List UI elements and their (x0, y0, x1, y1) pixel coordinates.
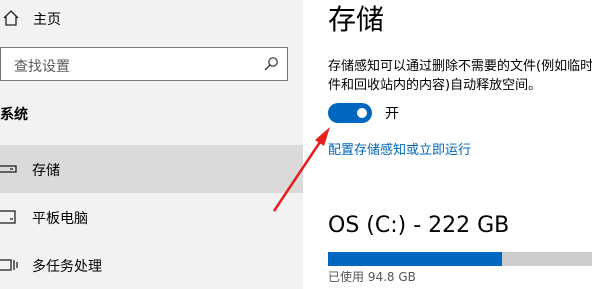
main-content: 存储 存储感知可以通过删除不需要的文件(例如临时文件和回收站内的内容)自动释放空… (303, 0, 592, 289)
search-placeholder: 查找设置 (14, 59, 70, 75)
drive-used-label: 已使用 94.8 GB (328, 270, 416, 284)
home-nav-item[interactable]: 主页 (0, 6, 61, 30)
storage-sense-toggle[interactable] (328, 103, 372, 123)
sidebar-item-label: 多任务处理 (32, 259, 102, 275)
tablet-icon (0, 210, 16, 224)
multitasking-icon (0, 259, 18, 271)
search-box[interactable]: 查找设置 (0, 47, 288, 81)
sidebar: 主页 查找设置 系统 存储 平板电脑 多任务处理 (0, 0, 303, 289)
search-icon[interactable] (263, 56, 279, 72)
sidebar-item-tablet[interactable]: 平板电脑 (0, 193, 303, 241)
drive-usage-fill (328, 252, 502, 266)
sidebar-item-storage[interactable]: 存储 (0, 145, 303, 193)
sidebar-item-multitasking[interactable]: 多任务处理 (0, 241, 303, 289)
home-label: 主页 (33, 12, 61, 28)
sidebar-item-label: 存储 (32, 163, 60, 179)
storage-sense-description: 存储感知可以通过删除不需要的文件(例如临时文件和回收站内的内容)自动释放空间。 (328, 59, 592, 93)
toggle-knob (357, 108, 367, 118)
page-title: 存储 (328, 3, 385, 36)
configure-storage-sense-link[interactable]: 配置存储感知或立即运行 (328, 139, 471, 158)
drive-title[interactable]: OS (C:) - 222 GB (328, 213, 509, 238)
section-title: 系统 (0, 107, 28, 123)
home-icon (3, 10, 19, 26)
sidebar-item-label: 平板电脑 (32, 211, 88, 227)
toggle-state-label: 开 (385, 106, 399, 122)
storage-icon (0, 165, 17, 173)
drive-usage-bar (328, 252, 592, 266)
